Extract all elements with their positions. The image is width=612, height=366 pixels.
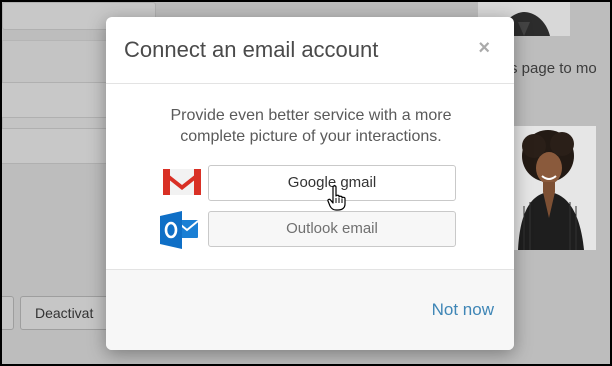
modal-header: Connect an email account × bbox=[106, 17, 514, 84]
gmail-icon bbox=[163, 169, 201, 195]
modal-prompt: Provide even better service with a more … bbox=[170, 107, 452, 145]
deactivate-button: Deactivat bbox=[20, 296, 120, 330]
close-icon[interactable]: × bbox=[478, 37, 490, 60]
modal-title: Connect an email account bbox=[124, 37, 379, 62]
background-field bbox=[2, 128, 108, 164]
background-photo bbox=[514, 126, 596, 250]
background-field bbox=[2, 82, 108, 118]
outlook-icon bbox=[160, 211, 199, 249]
connect-email-modal: Connect an email account × Provide even … bbox=[106, 17, 514, 350]
screen: s page to mo Deactivat Connect an email … bbox=[2, 2, 610, 364]
background-button bbox=[2, 296, 14, 330]
hand-cursor-icon bbox=[327, 185, 346, 211]
background-text: s page to mo bbox=[510, 60, 597, 77]
modal-footer: Not now bbox=[106, 269, 514, 350]
outlook-email-button[interactable]: Outlook email bbox=[208, 211, 456, 247]
not-now-link[interactable]: Not now bbox=[432, 300, 494, 320]
